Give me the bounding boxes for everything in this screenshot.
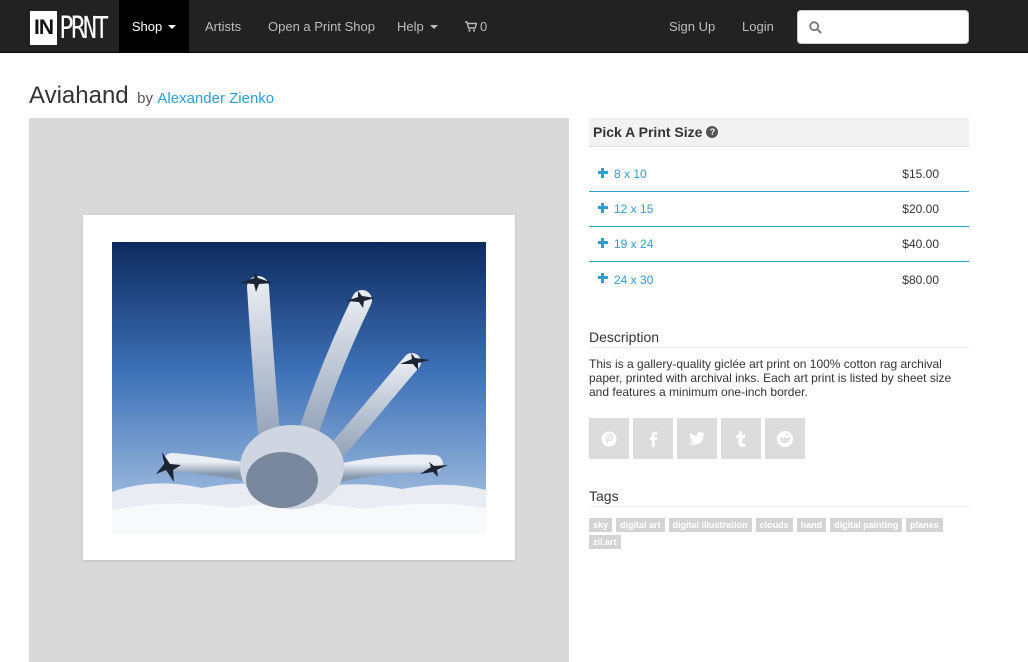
share-pinterest-button[interactable]: [589, 418, 629, 459]
top-navbar: IN PRNT Shop Artists Open a Print Shop H…: [0, 0, 1028, 53]
artwork-image[interactable]: [112, 242, 486, 534]
twitter-icon: [689, 432, 705, 445]
size-price: $20.00: [902, 202, 939, 216]
search-icon: [809, 20, 822, 34]
question-circle-icon[interactable]: ?: [706, 126, 719, 138]
size-option-8x10[interactable]: 8 x 10 $15.00: [589, 157, 969, 192]
nav-shop-dropdown[interactable]: Shop: [119, 0, 189, 53]
product-title-row: Aviahand by Alexander Zienko: [29, 82, 274, 110]
description-heading: Description: [589, 329, 969, 348]
nav-open-print-shop[interactable]: Open a Print Shop: [268, 0, 375, 53]
artwork-preview-panel: [29, 118, 569, 662]
cart-icon: [465, 21, 477, 32]
size-label: 24 x 30: [614, 272, 654, 287]
tags-heading: Tags: [589, 488, 969, 507]
size-price: $15.00: [902, 167, 939, 181]
plus-icon: [598, 168, 608, 178]
description-text: This is a gallery-quality giclée art pri…: [589, 357, 952, 399]
tag-list: sky digital art digital illustration clo…: [589, 518, 969, 549]
pick-size-header: Pick A Print Size ?: [589, 118, 969, 147]
logo-in-text: IN: [30, 11, 57, 45]
chevron-down-icon: [429, 24, 438, 29]
size-option-24x30[interactable]: 24 x 30 $80.00: [589, 262, 969, 297]
tag-chip[interactable]: planes: [906, 518, 943, 532]
cart-count: 0: [480, 19, 488, 34]
plus-icon: [598, 238, 608, 248]
tag-chip[interactable]: clouds: [755, 518, 793, 532]
artist-link[interactable]: Alexander Zienko: [157, 90, 274, 107]
logo-prnt-text: PRNT: [59, 10, 108, 46]
nav-shop-label: Shop: [131, 19, 163, 34]
search-input[interactable]: [828, 19, 958, 35]
plus-icon: [598, 203, 608, 213]
share-facebook-button[interactable]: [633, 418, 673, 459]
tag-chip[interactable]: digital art: [616, 518, 665, 532]
nav-artists[interactable]: Artists: [205, 0, 241, 53]
share-reddit-button[interactable]: [765, 418, 805, 459]
size-options-list: 8 x 10 $15.00 12 x 15 $20.00 19 x 24 $40…: [589, 157, 969, 297]
tumblr-icon: [736, 430, 746, 447]
share-tumblr-button[interactable]: [721, 418, 761, 459]
chevron-down-icon: [168, 24, 177, 29]
nav-cart[interactable]: 0: [465, 0, 487, 53]
tag-chip[interactable]: sky: [589, 518, 613, 532]
share-buttons: [589, 418, 805, 459]
size-price: $40.00: [902, 237, 939, 251]
size-option-12x15[interactable]: 12 x 15 $20.00: [589, 192, 969, 227]
inprnt-logo[interactable]: IN PRNT: [30, 10, 120, 46]
reddit-icon: [777, 430, 793, 447]
nav-help-label: Help: [397, 19, 424, 34]
size-label: 19 x 24: [614, 237, 654, 251]
by-label: by: [137, 90, 153, 107]
plus-icon: [598, 273, 608, 283]
product-title: Aviahand: [29, 82, 129, 109]
tag-chip[interactable]: hand: [796, 518, 827, 532]
size-option-19x24[interactable]: 19 x 24 $40.00: [589, 227, 969, 262]
pick-size-title: Pick A Print Size: [593, 124, 703, 140]
search-box[interactable]: [797, 10, 969, 44]
artwork-illustration: [112, 242, 486, 534]
tag-chip[interactable]: digital painting: [830, 518, 903, 532]
size-label: 8 x 10: [614, 167, 647, 181]
pinterest-icon: [601, 431, 617, 446]
nav-login[interactable]: Login: [742, 0, 774, 53]
print-mat: [83, 215, 515, 560]
tag-chip[interactable]: digital illustration: [668, 518, 752, 532]
nav-help-dropdown[interactable]: Help: [397, 0, 438, 53]
size-label: 12 x 15: [614, 202, 654, 216]
tag-chip[interactable]: zil.art: [589, 535, 621, 549]
size-price: $80.00: [902, 272, 939, 287]
nav-sign-up[interactable]: Sign Up: [669, 0, 715, 53]
facebook-icon: [649, 431, 658, 447]
share-twitter-button[interactable]: [677, 418, 717, 459]
